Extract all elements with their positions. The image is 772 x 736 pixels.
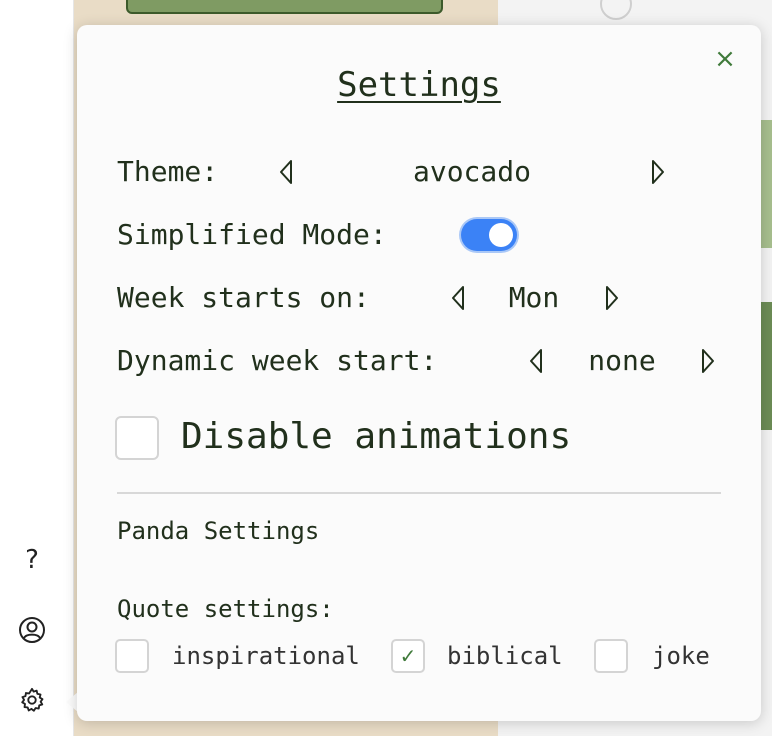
- inspirational-checkbox[interactable]: [115, 639, 149, 673]
- background-green-button: [126, 0, 443, 14]
- joke-label: joke: [652, 642, 710, 670]
- joke-checkbox[interactable]: [594, 639, 628, 673]
- theme-next-arrow-icon[interactable]: [649, 154, 667, 190]
- panda-settings-heading: Panda Settings: [117, 517, 320, 545]
- gear-icon[interactable]: [16, 684, 48, 716]
- dynamic-week-start-next-arrow-icon[interactable]: [699, 343, 717, 379]
- question-glyph: ?: [25, 545, 39, 575]
- simplified-mode-toggle[interactable]: [461, 219, 517, 251]
- dynamic-week-start-value: none: [588, 344, 656, 377]
- biblical-label: biblical: [447, 642, 563, 670]
- theme-prev-arrow-icon[interactable]: [277, 154, 295, 190]
- question-icon[interactable]: ?: [16, 544, 48, 576]
- section-divider: [117, 492, 721, 494]
- dynamic-week-start-label: Dynamic week start:: [117, 344, 438, 377]
- week-start-value: Mon: [508, 281, 560, 314]
- simplified-mode-row: Simplified Mode:: [117, 217, 537, 253]
- checkmark-icon: ✓: [399, 644, 417, 668]
- simplified-mode-label: Simplified Mode:: [117, 218, 387, 251]
- week-start-row: Week starts on: Mon: [117, 280, 637, 316]
- dynamic-week-start-prev-arrow-icon[interactable]: [527, 343, 545, 379]
- settings-modal: × Settings Theme: avocado Simplified Mod…: [77, 25, 761, 721]
- dynamic-week-start-row: Dynamic week start: none: [117, 343, 727, 379]
- modal-title: Settings: [337, 65, 501, 105]
- inspirational-label: inspirational: [172, 642, 360, 670]
- disable-animations-label: Disable animations: [181, 416, 572, 457]
- user-circle-icon[interactable]: [16, 614, 48, 646]
- week-start-prev-arrow-icon[interactable]: [449, 280, 467, 316]
- toggle-knob: [489, 223, 513, 247]
- biblical-checkbox[interactable]: ✓: [391, 639, 425, 673]
- theme-value: avocado: [412, 155, 531, 188]
- week-start-label: Week starts on:: [117, 281, 370, 314]
- quote-settings-label: Quote settings:: [117, 595, 334, 623]
- week-start-next-arrow-icon[interactable]: [603, 280, 621, 316]
- disable-animations-checkbox[interactable]: [115, 416, 159, 460]
- theme-row: Theme: avocado: [117, 154, 717, 190]
- theme-label: Theme:: [117, 155, 219, 188]
